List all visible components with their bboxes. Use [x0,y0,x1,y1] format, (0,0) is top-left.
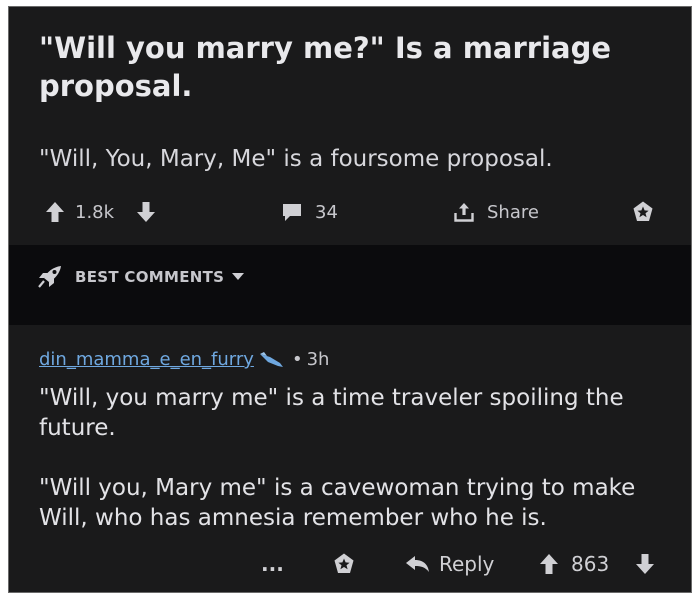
comment-meta: din_mamma_e_en_furry • 3h [39,349,329,370]
reply-arrow-icon [405,554,431,574]
post-award-button[interactable] [631,195,655,229]
post-downvote-button[interactable] [136,195,156,229]
post-comments-count: 34 [315,201,338,223]
meta-separator: • [291,349,303,370]
comment-paragraph-1: "Will, you marry me" is a time traveler … [39,385,624,441]
share-icon [453,201,475,223]
comment-username[interactable]: din_mamma_e_en_furry [39,349,254,370]
post-share-button[interactable]: Share [453,195,539,229]
more-options-button[interactable]: ... [261,547,284,581]
reply-button[interactable]: Reply [405,547,494,581]
post-body: "Will, You, Mary, Me" is a foursome prop… [39,146,553,172]
post-share-label: Share [487,201,539,223]
user-flair-icon [258,351,284,369]
post: "Will you marry me?" Is a marriage propo… [9,7,691,245]
comment-upvote-button[interactable] [539,547,559,581]
post-comments-button[interactable]: 34 [281,195,338,229]
comment-sort-dropdown[interactable]: BEST COMMENTS [37,265,245,289]
comment-vote-count: 863 [571,552,610,576]
post-action-bar: 1.8k 34 Share [9,195,691,229]
comment-award-button[interactable] [332,547,356,581]
reply-label: Reply [439,552,495,576]
comment-paragraph-2: "Will you, Mary me" is a cavewoman tryin… [39,475,636,531]
award-icon [631,200,655,224]
award-icon [332,552,356,576]
screenshot-frame: "Will you marry me?" Is a marriage propo… [8,6,692,593]
comment-action-bar: ... Reply 863 [9,547,691,581]
arrow-up-icon [539,553,559,575]
sort-label: BEST COMMENTS [75,268,225,286]
comment-time: 3h [306,349,330,370]
comment-downvote-button[interactable] [635,547,655,581]
arrow-up-icon [45,201,65,223]
arrow-down-icon [136,201,156,223]
rocket-icon [37,265,63,289]
post-upvote-button[interactable] [45,195,65,229]
post-title[interactable]: "Will you marry me?" Is a marriage propo… [39,29,659,105]
post-vote-count: 1.8k [75,201,115,223]
comment: din_mamma_e_en_furry • 3h "Will, you mar… [9,325,691,592]
caret-down-icon [232,273,245,281]
comment-bubble-icon [281,202,303,222]
arrow-down-icon [635,553,655,575]
